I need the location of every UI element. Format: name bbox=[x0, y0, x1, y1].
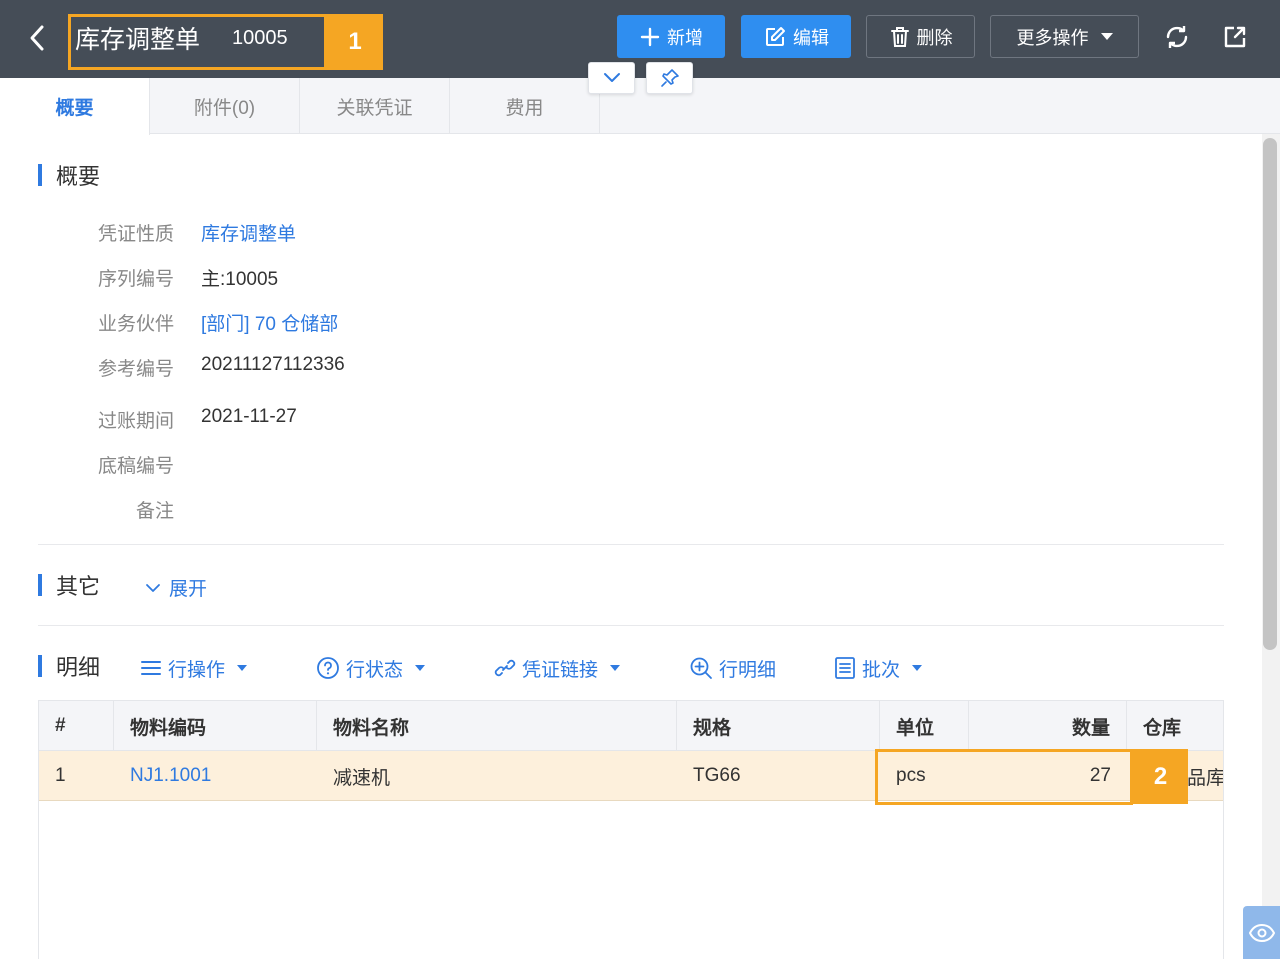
edit-button[interactable]: 编辑 bbox=[741, 15, 851, 58]
section-other-title: 其它 bbox=[38, 572, 101, 599]
caret-down-icon bbox=[415, 665, 426, 671]
column-header-spec[interactable]: 规格 bbox=[677, 701, 880, 751]
section-marker bbox=[38, 574, 42, 596]
chevron-down-icon bbox=[603, 73, 620, 82]
section-summary-label: 概要 bbox=[56, 164, 101, 189]
edit-button-label: 编辑 bbox=[793, 27, 829, 48]
delete-button-label: 删除 bbox=[916, 27, 953, 48]
cell-spec: TG66 bbox=[693, 765, 741, 786]
field-label-draft-no: 底稿编号 bbox=[97, 456, 174, 477]
field-label-posting-period: 过账期间 bbox=[97, 411, 174, 432]
row-detail-label: 行明细 bbox=[719, 659, 777, 681]
caret-down-icon bbox=[1100, 33, 1113, 40]
delete-button[interactable]: 删除 bbox=[866, 15, 975, 58]
row-status-label: 行状态 bbox=[346, 659, 404, 681]
field-label-voucher-type: 凭证性质 bbox=[97, 224, 174, 245]
pin-icon bbox=[660, 69, 679, 87]
divider bbox=[38, 625, 1224, 626]
field-label-reference-no: 参考编号 bbox=[97, 359, 174, 380]
scrollbar-thumb[interactable] bbox=[1263, 138, 1277, 650]
section-marker bbox=[38, 164, 42, 186]
field-value-reference-no: 20211127112336 bbox=[201, 354, 345, 375]
field-value-voucher-type[interactable]: 库存调整单 bbox=[201, 219, 296, 246]
collapse-header-button[interactable] bbox=[588, 62, 635, 94]
batch-dropdown[interactable]: 批次 bbox=[834, 654, 923, 682]
eye-icon[interactable] bbox=[1243, 906, 1280, 959]
field-value-posting-period: 2021-11-27 bbox=[201, 406, 297, 427]
row-detail-button[interactable]: 行明细 bbox=[689, 654, 776, 682]
detail-table: # 物料编码 物料名称 规格 单位 数量 仓库 1 NJ1.1001 减速机 T… bbox=[38, 700, 1224, 959]
caret-down-icon bbox=[610, 665, 621, 671]
tab-summary[interactable]: 概要 bbox=[0, 78, 150, 135]
field-label-serial-no: 序列编号 bbox=[97, 269, 174, 290]
add-button[interactable]: 新增 bbox=[617, 15, 725, 58]
cell-material-code[interactable]: NJ1.1001 bbox=[114, 751, 317, 801]
section-detail-label: 明细 bbox=[56, 655, 101, 680]
section-summary-title: 概要 bbox=[38, 162, 101, 189]
caret-down-icon bbox=[237, 665, 248, 671]
plus-icon bbox=[640, 27, 660, 46]
more-actions-dropdown[interactable]: 更多操作 bbox=[990, 15, 1139, 58]
expand-button[interactable]: 展开 bbox=[145, 574, 207, 601]
column-header-material-name[interactable]: 物料名称 bbox=[317, 701, 677, 751]
section-detail-title: 明细 bbox=[38, 653, 101, 680]
zoom-in-icon bbox=[690, 657, 712, 679]
field-value-serial-no: 主:10005 bbox=[201, 269, 279, 290]
tab-costs[interactable]: 费用 bbox=[450, 78, 600, 134]
column-header-unit[interactable]: 单位 bbox=[880, 701, 969, 751]
tab-related-vouchers[interactable]: 关联凭证 bbox=[300, 78, 450, 134]
export-icon[interactable] bbox=[1218, 20, 1252, 54]
field-label-remarks: 备注 bbox=[135, 501, 174, 522]
batch-label: 批次 bbox=[862, 659, 901, 681]
voucher-link-label: 凭证链接 bbox=[522, 659, 599, 681]
tab-bar: 概要 附件(0) 关联凭证 费用 bbox=[0, 78, 1280, 135]
chevron-down-icon bbox=[146, 583, 160, 592]
divider bbox=[38, 544, 1224, 545]
caret-down-icon bbox=[912, 665, 923, 671]
column-header-index[interactable]: # bbox=[39, 701, 114, 751]
edit-icon bbox=[766, 26, 785, 46]
link-icon bbox=[494, 659, 516, 677]
annotation-badge-1: 1 bbox=[327, 14, 383, 70]
question-circle-icon bbox=[317, 657, 339, 679]
field-label-business-partner: 业务伙伴 bbox=[97, 314, 174, 335]
section-marker bbox=[38, 655, 42, 677]
column-header-material-code[interactable]: 物料编码 bbox=[114, 701, 317, 751]
section-other-label: 其它 bbox=[56, 574, 101, 599]
expand-label: 展开 bbox=[169, 579, 208, 600]
tab-attachments[interactable]: 附件(0) bbox=[150, 78, 300, 134]
more-actions-label: 更多操作 bbox=[1016, 27, 1089, 48]
list-menu-icon bbox=[141, 661, 161, 675]
voucher-link-dropdown[interactable]: 凭证链接 bbox=[494, 654, 621, 682]
annotation-box-1 bbox=[68, 14, 327, 70]
refresh-icon[interactable] bbox=[1160, 20, 1194, 54]
pin-header-button[interactable] bbox=[646, 62, 693, 94]
annotation-badge-2: 2 bbox=[1133, 749, 1188, 804]
cell-index: 1 bbox=[55, 765, 66, 786]
add-button-label: 新增 bbox=[667, 27, 703, 48]
row-operations-label: 行操作 bbox=[168, 659, 226, 681]
cell-material-name: 减速机 bbox=[333, 767, 391, 789]
back-arrow-icon[interactable] bbox=[22, 20, 54, 56]
column-header-warehouse[interactable]: 仓库 bbox=[1127, 701, 1223, 751]
document-list-icon bbox=[835, 657, 855, 679]
row-status-dropdown[interactable]: 行状态 bbox=[316, 654, 426, 682]
annotation-box-2 bbox=[875, 749, 1133, 805]
trash-icon bbox=[890, 26, 909, 47]
field-value-business-partner[interactable]: [部门] 70 仓储部 bbox=[201, 309, 338, 336]
table-header: # 物料编码 物料名称 规格 单位 数量 仓库 bbox=[39, 701, 1223, 751]
row-operations-dropdown[interactable]: 行操作 bbox=[140, 654, 248, 682]
column-header-quantity[interactable]: 数量 bbox=[969, 701, 1127, 751]
